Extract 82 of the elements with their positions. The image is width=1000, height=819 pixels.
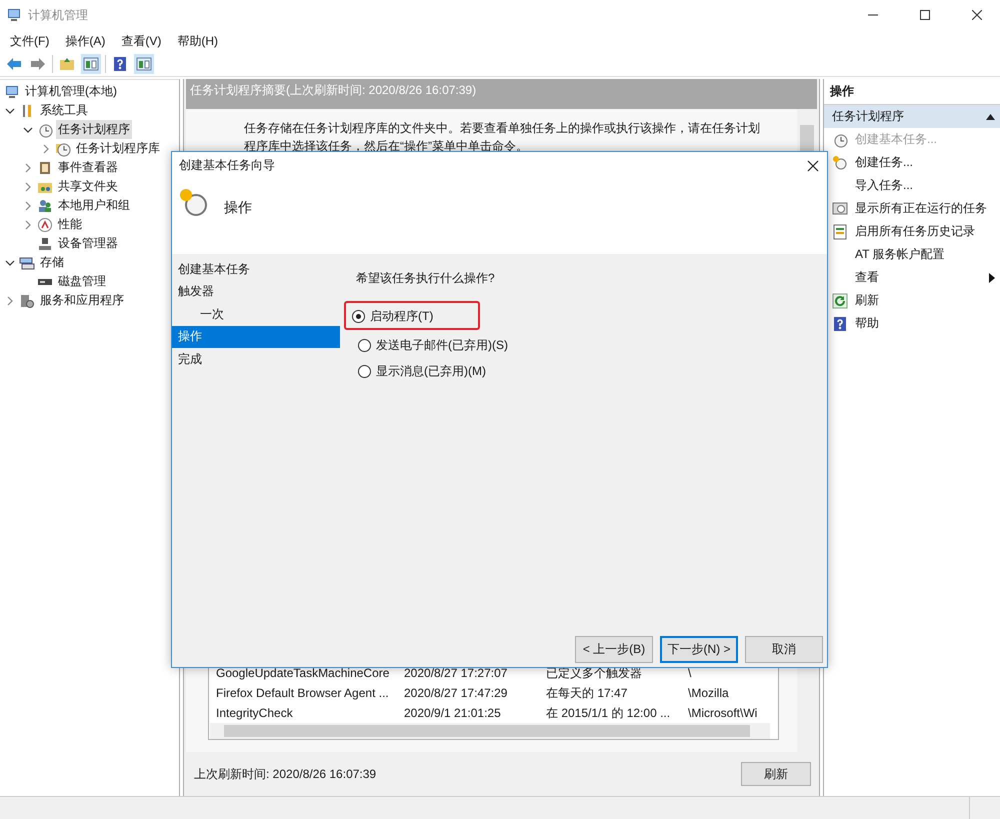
- clock-icon: [832, 132, 848, 148]
- refresh-icon: [832, 292, 848, 308]
- section-title: 任务计划程序: [832, 108, 904, 125]
- radio-button[interactable]: [358, 364, 371, 378]
- radio-option[interactable]: 发送电子邮件(已弃用)(S): [354, 334, 825, 356]
- wizard-step: 一次: [172, 303, 340, 326]
- forward-icon: [30, 56, 46, 72]
- action-item[interactable]: 显示所有正在运行的任务: [855, 200, 1000, 217]
- tree-item[interactable]: 存储: [38, 253, 66, 272]
- refresh-button[interactable]: 刷新: [741, 762, 811, 786]
- tree-item[interactable]: 任务计划程序库: [74, 139, 162, 158]
- action-item[interactable]: 创建任务...: [855, 154, 1000, 171]
- computer-icon: [6, 7, 22, 23]
- action-item[interactable]: AT 服务帐户配置: [855, 246, 1000, 263]
- table-cell-text: 在每天的 17:47: [546, 684, 628, 702]
- question-text: 希望该任务执行什么操作?: [356, 270, 496, 287]
- wizard-step: 创建基本任务: [172, 258, 340, 280]
- tree-item[interactable]: 磁盘管理: [56, 272, 108, 291]
- table-cell-text: 2020/8/27 17:47:29: [404, 686, 508, 700]
- action-item[interactable]: 查看: [855, 269, 982, 286]
- table-cell-text: \: [688, 666, 692, 680]
- clock-icon: [37, 122, 53, 138]
- action-item[interactable]: 刷新: [855, 292, 1000, 309]
- action-item[interactable]: 帮助: [855, 315, 1000, 332]
- task-icon: [832, 154, 848, 170]
- table-cell-text: \Mozilla: [688, 686, 730, 700]
- radio-button[interactable]: [358, 338, 371, 352]
- menu-item[interactable]: 文件(F): [4, 32, 60, 50]
- computer-icon: [4, 84, 20, 100]
- panel-icon: [83, 56, 99, 72]
- help-icon: [112, 56, 128, 72]
- tree-item[interactable]: 系统工具: [38, 101, 90, 120]
- actions-section[interactable]: 任务计划程序: [824, 105, 1000, 128]
- menu-item[interactable]: 帮助(H): [171, 32, 228, 50]
- storage-icon: [19, 254, 35, 270]
- window-title: 计算机管理: [28, 6, 89, 24]
- wizard-step: 触发器: [172, 280, 340, 303]
- radio-button[interactable]: [352, 310, 365, 322]
- table-cell-text: 2020/8/27 17:27:07: [404, 666, 508, 680]
- action-item[interactable]: 导入任务...: [855, 177, 1000, 194]
- table-cell-text: Firefox Default Browser Agent ...: [216, 686, 390, 700]
- back-icon: [6, 56, 22, 72]
- wizard-step: 操作: [172, 326, 340, 348]
- summary-header: 任务计划程序摘要(上次刷新时间: 2020/8/26 16:07:39): [186, 79, 817, 109]
- tree-item[interactable]: 任务计划程序: [56, 120, 132, 139]
- tree-item[interactable]: 事件查看器: [56, 158, 120, 177]
- monitor-icon: [832, 200, 848, 216]
- wizard-button[interactable]: < 上一步(B): [575, 636, 653, 663]
- tree-item[interactable]: 服务和应用程序: [38, 291, 126, 310]
- table-cell-text: 在 2015/1/1 的 12:00 ...: [546, 704, 672, 722]
- horizontal-scrollbar[interactable]: [210, 723, 770, 739]
- collapse-icon[interactable]: [986, 114, 995, 120]
- gauge-icon: [37, 216, 53, 232]
- task-icon: [178, 187, 210, 219]
- tree-item[interactable]: 本地用户和组: [56, 196, 132, 215]
- wizard-button[interactable]: 下一步(N) >: [660, 636, 738, 663]
- tree-item[interactable]: 设备管理器: [56, 234, 120, 253]
- radio-option[interactable]: 启动程序(T): [352, 305, 434, 327]
- help-icon: [832, 316, 848, 332]
- table-cell-text: 2020/9/1 21:01:25: [404, 706, 502, 720]
- folder-clock-icon: [55, 140, 71, 156]
- tree-item[interactable]: 共享文件夹: [56, 177, 120, 196]
- wizard-button[interactable]: 取消: [745, 636, 823, 663]
- table-cell-text: GoogleUpdateTaskMachineCore: [216, 666, 390, 680]
- table-cell-text: \Microsoft\Wi: [688, 706, 758, 720]
- device-icon: [37, 236, 53, 252]
- last-refresh-text: 上次刷新时间: 2020/8/26 16:07:39: [194, 766, 376, 782]
- menu-item[interactable]: 操作(A): [59, 32, 116, 50]
- radio-option[interactable]: 显示消息(已弃用)(M): [354, 360, 825, 382]
- folder-up-icon: [59, 56, 75, 72]
- menu-item[interactable]: 查看(V): [115, 32, 172, 50]
- dialog-title: 创建基本任务向导: [179, 157, 275, 174]
- wizard-step: 完成: [172, 348, 340, 370]
- table-cell-text: IntegrityCheck: [216, 706, 294, 720]
- action-item[interactable]: 启用所有任务历史记录: [855, 223, 1000, 240]
- close-icon[interactable]: [807, 160, 819, 172]
- panel-icon: [136, 56, 152, 72]
- users-icon: [37, 198, 53, 214]
- dialog-heading: 操作: [224, 199, 252, 217]
- tree-item[interactable]: 计算机管理(本地): [23, 82, 119, 101]
- history-icon: [832, 224, 848, 240]
- tree-item[interactable]: 性能: [56, 215, 84, 234]
